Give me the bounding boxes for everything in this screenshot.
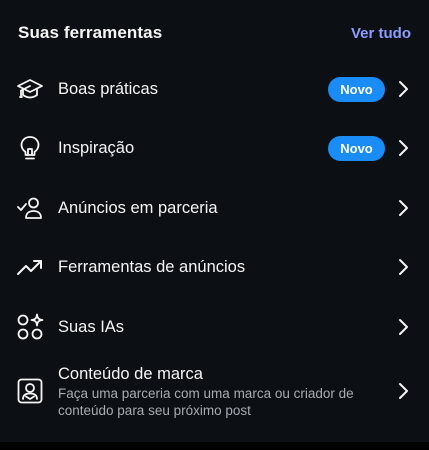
tool-item-label: Anúncios em parceria bbox=[58, 198, 218, 217]
ai-sparkle-icon bbox=[16, 313, 44, 341]
tool-item-inspiration[interactable]: Inspiração Novo bbox=[0, 133, 429, 163]
tool-item-best-practices[interactable]: Boas práticas Novo bbox=[0, 74, 429, 104]
tool-item-your-ais[interactable]: Suas IAs bbox=[0, 312, 429, 342]
chevron-right-icon bbox=[397, 199, 409, 217]
tool-item-label: Suas IAs bbox=[58, 317, 125, 336]
tool-item-label: Conteúdo de marca bbox=[58, 365, 203, 383]
partner-user-check-icon bbox=[16, 194, 44, 222]
section-title: Suas ferramentas bbox=[18, 23, 163, 42]
tool-item-branded-content[interactable]: Conteúdo de marca Faça uma parceria com … bbox=[0, 362, 429, 420]
chevron-right-icon bbox=[397, 80, 409, 98]
tools-header: Suas ferramentas Ver tudo bbox=[18, 20, 411, 46]
tool-item-label: Boas práticas bbox=[58, 79, 158, 98]
tools-panel: Suas ferramentas Ver tudo Boas práticas … bbox=[0, 0, 429, 450]
tool-item-label: Inspiração bbox=[58, 138, 135, 157]
chevron-right-icon bbox=[397, 139, 409, 157]
tool-item-ad-tools[interactable]: Ferramentas de anúncios bbox=[0, 252, 429, 282]
tool-item-description: Faça uma parceria com uma marca ou criad… bbox=[58, 386, 354, 418]
chevron-right-icon bbox=[397, 382, 409, 400]
trending-up-icon bbox=[16, 253, 44, 281]
chevron-right-icon bbox=[397, 258, 409, 276]
branded-content-text: Conteúdo de marca Faça uma parceria com … bbox=[58, 364, 389, 419]
tool-item-partnership-ads[interactable]: Anúncios em parceria bbox=[0, 193, 429, 223]
branded-content-icon bbox=[16, 377, 44, 405]
section-divider bbox=[0, 442, 429, 450]
tool-item-label: Ferramentas de anúncios bbox=[58, 257, 246, 276]
new-badge: Novo bbox=[328, 135, 385, 161]
lightbulb-icon bbox=[16, 134, 44, 162]
see-all-link[interactable]: Ver tudo bbox=[351, 25, 411, 42]
chevron-right-icon bbox=[397, 318, 409, 336]
graduation-cap-icon bbox=[16, 75, 44, 103]
new-badge: Novo bbox=[328, 76, 385, 102]
